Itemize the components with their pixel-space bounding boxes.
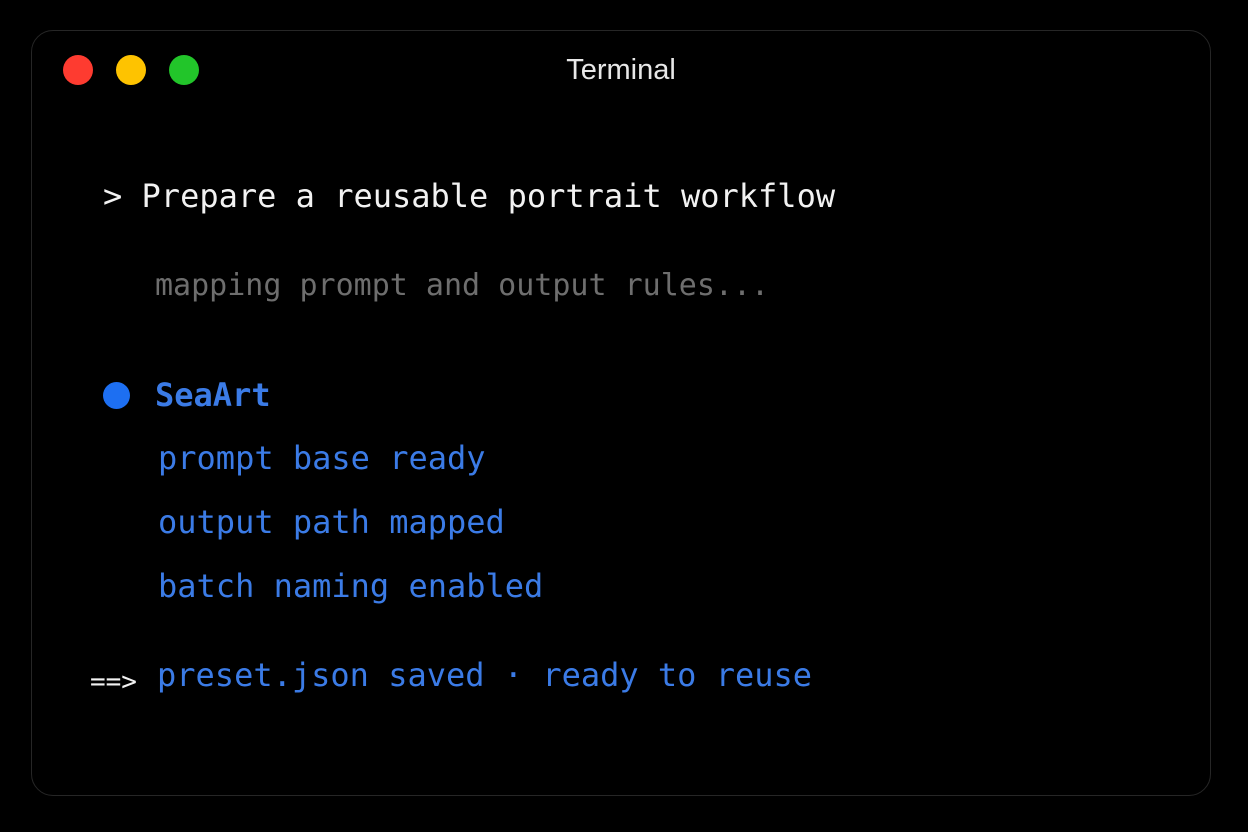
status-line: mapping prompt and output rules... bbox=[155, 268, 770, 303]
output-line: batch naming enabled bbox=[158, 567, 544, 605]
terminal-window: Terminal > Prepare a reusable portrait w… bbox=[31, 30, 1211, 796]
result-arrow: ==> bbox=[90, 667, 137, 697]
output-line: prompt base ready bbox=[158, 439, 486, 477]
section-title: SeaArt bbox=[155, 376, 271, 414]
window-title: Terminal bbox=[566, 54, 676, 86]
command-line: > Prepare a reusable portrait workflow bbox=[103, 177, 836, 215]
result-line: preset.json saved · ready to reuse bbox=[157, 656, 813, 694]
bullet-dot-icon bbox=[103, 382, 130, 409]
title-bar: Terminal bbox=[32, 31, 1210, 109]
output-line: output path mapped bbox=[158, 503, 505, 541]
